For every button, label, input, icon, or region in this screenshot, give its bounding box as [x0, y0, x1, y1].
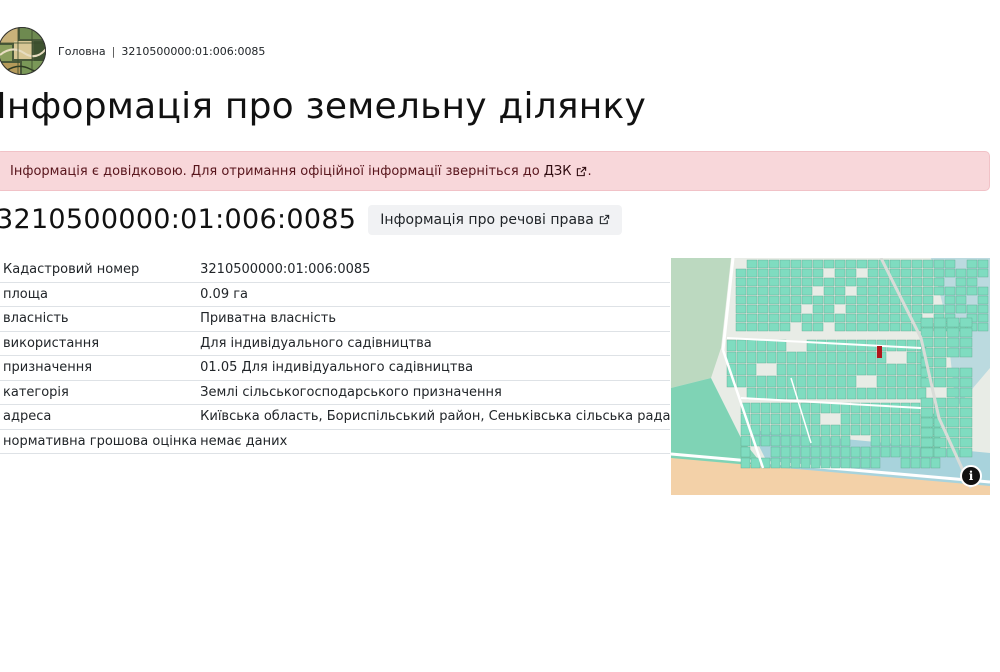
row-value: немає даних — [197, 429, 671, 454]
row-key: Кадастровий номер — [0, 258, 198, 283]
info-alert: Інформація є довідковою. Для отримання о… — [0, 151, 990, 191]
parcel-map[interactable]: i — [671, 258, 990, 495]
page-title: Інформація про земельну ділянку — [0, 86, 646, 127]
parcel-info-table: Кадастровий номер 3210500000:01:006:0085… — [0, 258, 671, 454]
cadastral-number-title: 3210500000:01:006:0085 — [0, 204, 357, 235]
row-key: використання — [0, 331, 198, 356]
table-row: власність Приватна власність — [0, 306, 671, 332]
external-link-icon — [577, 166, 587, 176]
row-value: Землі сільськогосподарського призначення — [197, 380, 671, 405]
table-row: Кадастровий номер 3210500000:01:006:0085 — [0, 258, 671, 283]
dzk-link-label: ДЗК — [543, 163, 572, 179]
row-key: площа — [0, 282, 198, 307]
breadcrumb-current: 3210500000:01:006:0085 — [121, 44, 266, 58]
row-value: 3210500000:01:006:0085 — [197, 258, 671, 283]
map-canvas[interactable] — [671, 258, 990, 495]
breadcrumb-home-link[interactable]: Головна — [58, 45, 106, 58]
row-key: адреса — [0, 404, 198, 430]
property-rights-button[interactable]: Інформація про речові права — [368, 204, 622, 235]
row-key: власність — [0, 306, 198, 332]
logo-icon[interactable] — [0, 25, 46, 77]
table-row: площа 0.09 га — [0, 282, 671, 307]
table-row: використання Для індивідуального садівни… — [0, 331, 671, 356]
header: Головна | 3210500000:01:006:0085 — [0, 24, 265, 78]
table-row: адреса Київська область, Бориспільський … — [0, 404, 671, 430]
alert-text: Інформація є довідковою. Для отримання о… — [10, 163, 540, 179]
row-value: Київська область, Бориспільський район, … — [197, 404, 671, 430]
row-value: Приватна власність — [197, 306, 671, 332]
breadcrumb-separator: | — [111, 44, 116, 58]
table-row: нормативна грошова оцінка немає даних — [0, 429, 671, 454]
row-value: Для індивідуального садівництва — [197, 331, 671, 356]
row-value: 01.05 Для індивідуального садівництва — [197, 355, 671, 381]
external-link-icon — [599, 214, 610, 225]
dzk-link[interactable]: ДЗК — [544, 164, 588, 179]
table-row: призначення 01.05 Для індивідуального са… — [0, 355, 671, 381]
breadcrumb: Головна | 3210500000:01:006:0085 — [58, 45, 265, 58]
row-key: нормативна грошова оцінка — [0, 429, 198, 454]
table-row: категорія Землі сільськогосподарського п… — [0, 380, 671, 405]
cadastral-heading: 3210500000:01:006:0085 Інформація про ре… — [0, 204, 622, 235]
row-value: 0.09 га — [197, 282, 671, 307]
alert-suffix: . — [587, 163, 592, 179]
map-info-icon[interactable]: i — [960, 465, 982, 487]
page: Головна | 3210500000:01:006:0085 Інформа… — [0, 0, 1000, 672]
property-rights-label: Інформація про речові права — [380, 211, 594, 228]
row-key: призначення — [0, 355, 198, 381]
row-key: категорія — [0, 380, 198, 405]
